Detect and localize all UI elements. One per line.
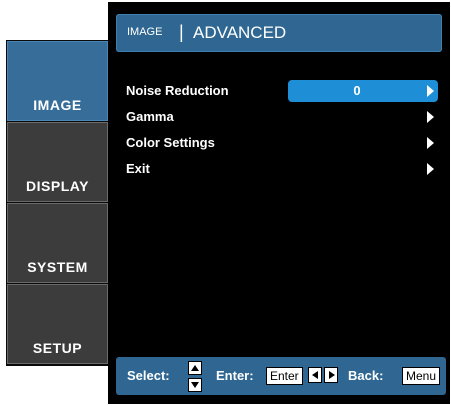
chevron-right-icon[interactable]: [427, 137, 434, 149]
up-arrow-icon: [188, 361, 202, 375]
color-settings-label: Color Settings: [126, 135, 215, 150]
menu-item-exit[interactable]: Exit: [108, 158, 450, 180]
header-title: ADVANCED: [193, 23, 287, 42]
tab-image[interactable]: IMAGE: [7, 41, 108, 121]
select-label: Select:: [127, 368, 170, 383]
chevron-right-icon[interactable]: [427, 111, 434, 123]
menu-item-color-settings[interactable]: Color Settings: [108, 132, 450, 154]
tab-setup[interactable]: SETUP: [7, 284, 108, 364]
back-label: Back:: [348, 368, 384, 383]
menu-item-gamma[interactable]: Gamma: [108, 106, 450, 128]
tab-image-label: IMAGE: [33, 97, 82, 113]
panel-header: IMAGE | ADVANCED: [116, 14, 442, 52]
tab-display-label: DISPLAY: [26, 178, 89, 194]
chevron-right-icon[interactable]: [427, 163, 434, 175]
osd-panel: IMAGE | ADVANCED Noise Reduction 0 Gamma…: [108, 2, 450, 404]
menu-tab-column: IMAGE DISPLAY SYSTEM SETUP: [6, 40, 109, 366]
up-down-keys-icon: [188, 361, 202, 392]
gamma-label: Gamma: [126, 109, 174, 124]
chevron-right-icon[interactable]: [427, 85, 434, 97]
header-section: IMAGE: [127, 26, 163, 38]
key-help-footer: Select: Enter: Enter Back: Menu: [116, 357, 446, 395]
left-arrow-icon: [308, 367, 322, 383]
tab-display[interactable]: DISPLAY: [7, 122, 108, 202]
menu-item-noise-reduction[interactable]: Noise Reduction 0: [108, 80, 450, 102]
right-arrow-icon: [324, 367, 338, 383]
down-arrow-icon: [188, 378, 202, 392]
header-separator: |: [179, 22, 184, 42]
enter-key-badge: Enter: [266, 367, 303, 385]
enter-label: Enter:: [216, 368, 254, 383]
tab-setup-label: SETUP: [32, 340, 83, 356]
tab-system-label: SYSTEM: [27, 259, 88, 275]
noise-reduction-label: Noise Reduction: [126, 83, 229, 98]
menu-key-badge: Menu: [402, 367, 441, 385]
noise-reduction-value: 0: [353, 83, 361, 98]
noise-reduction-value-field[interactable]: 0: [288, 80, 438, 102]
tab-system[interactable]: SYSTEM: [7, 203, 108, 283]
exit-label: Exit: [126, 161, 150, 176]
